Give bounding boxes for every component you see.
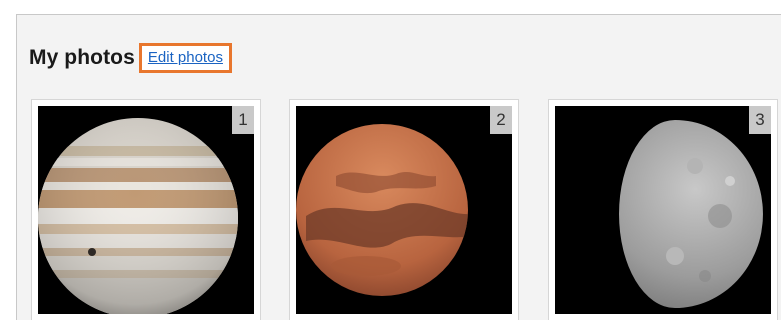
- photo-number-badge: 2: [490, 106, 512, 134]
- edit-photos-link[interactable]: Edit photos: [148, 49, 223, 66]
- edit-photos-highlight: Edit photos: [138, 43, 232, 73]
- section-title: My photos: [29, 46, 135, 69]
- photo-card-3[interactable]: 3: [548, 99, 778, 320]
- jupiter-photo: 1: [38, 106, 254, 314]
- photo-card-1[interactable]: 1: [31, 99, 261, 320]
- section-header: My photos Edit photos: [29, 41, 232, 75]
- moon-photo: 3: [555, 106, 771, 314]
- mars-photo: 2: [296, 106, 512, 314]
- my-photos-panel: My photos Edit photos 1 2 3: [16, 14, 781, 320]
- photo-number-badge: 3: [749, 106, 771, 134]
- photo-number-badge: 1: [232, 106, 254, 134]
- photo-card-2[interactable]: 2: [289, 99, 519, 320]
